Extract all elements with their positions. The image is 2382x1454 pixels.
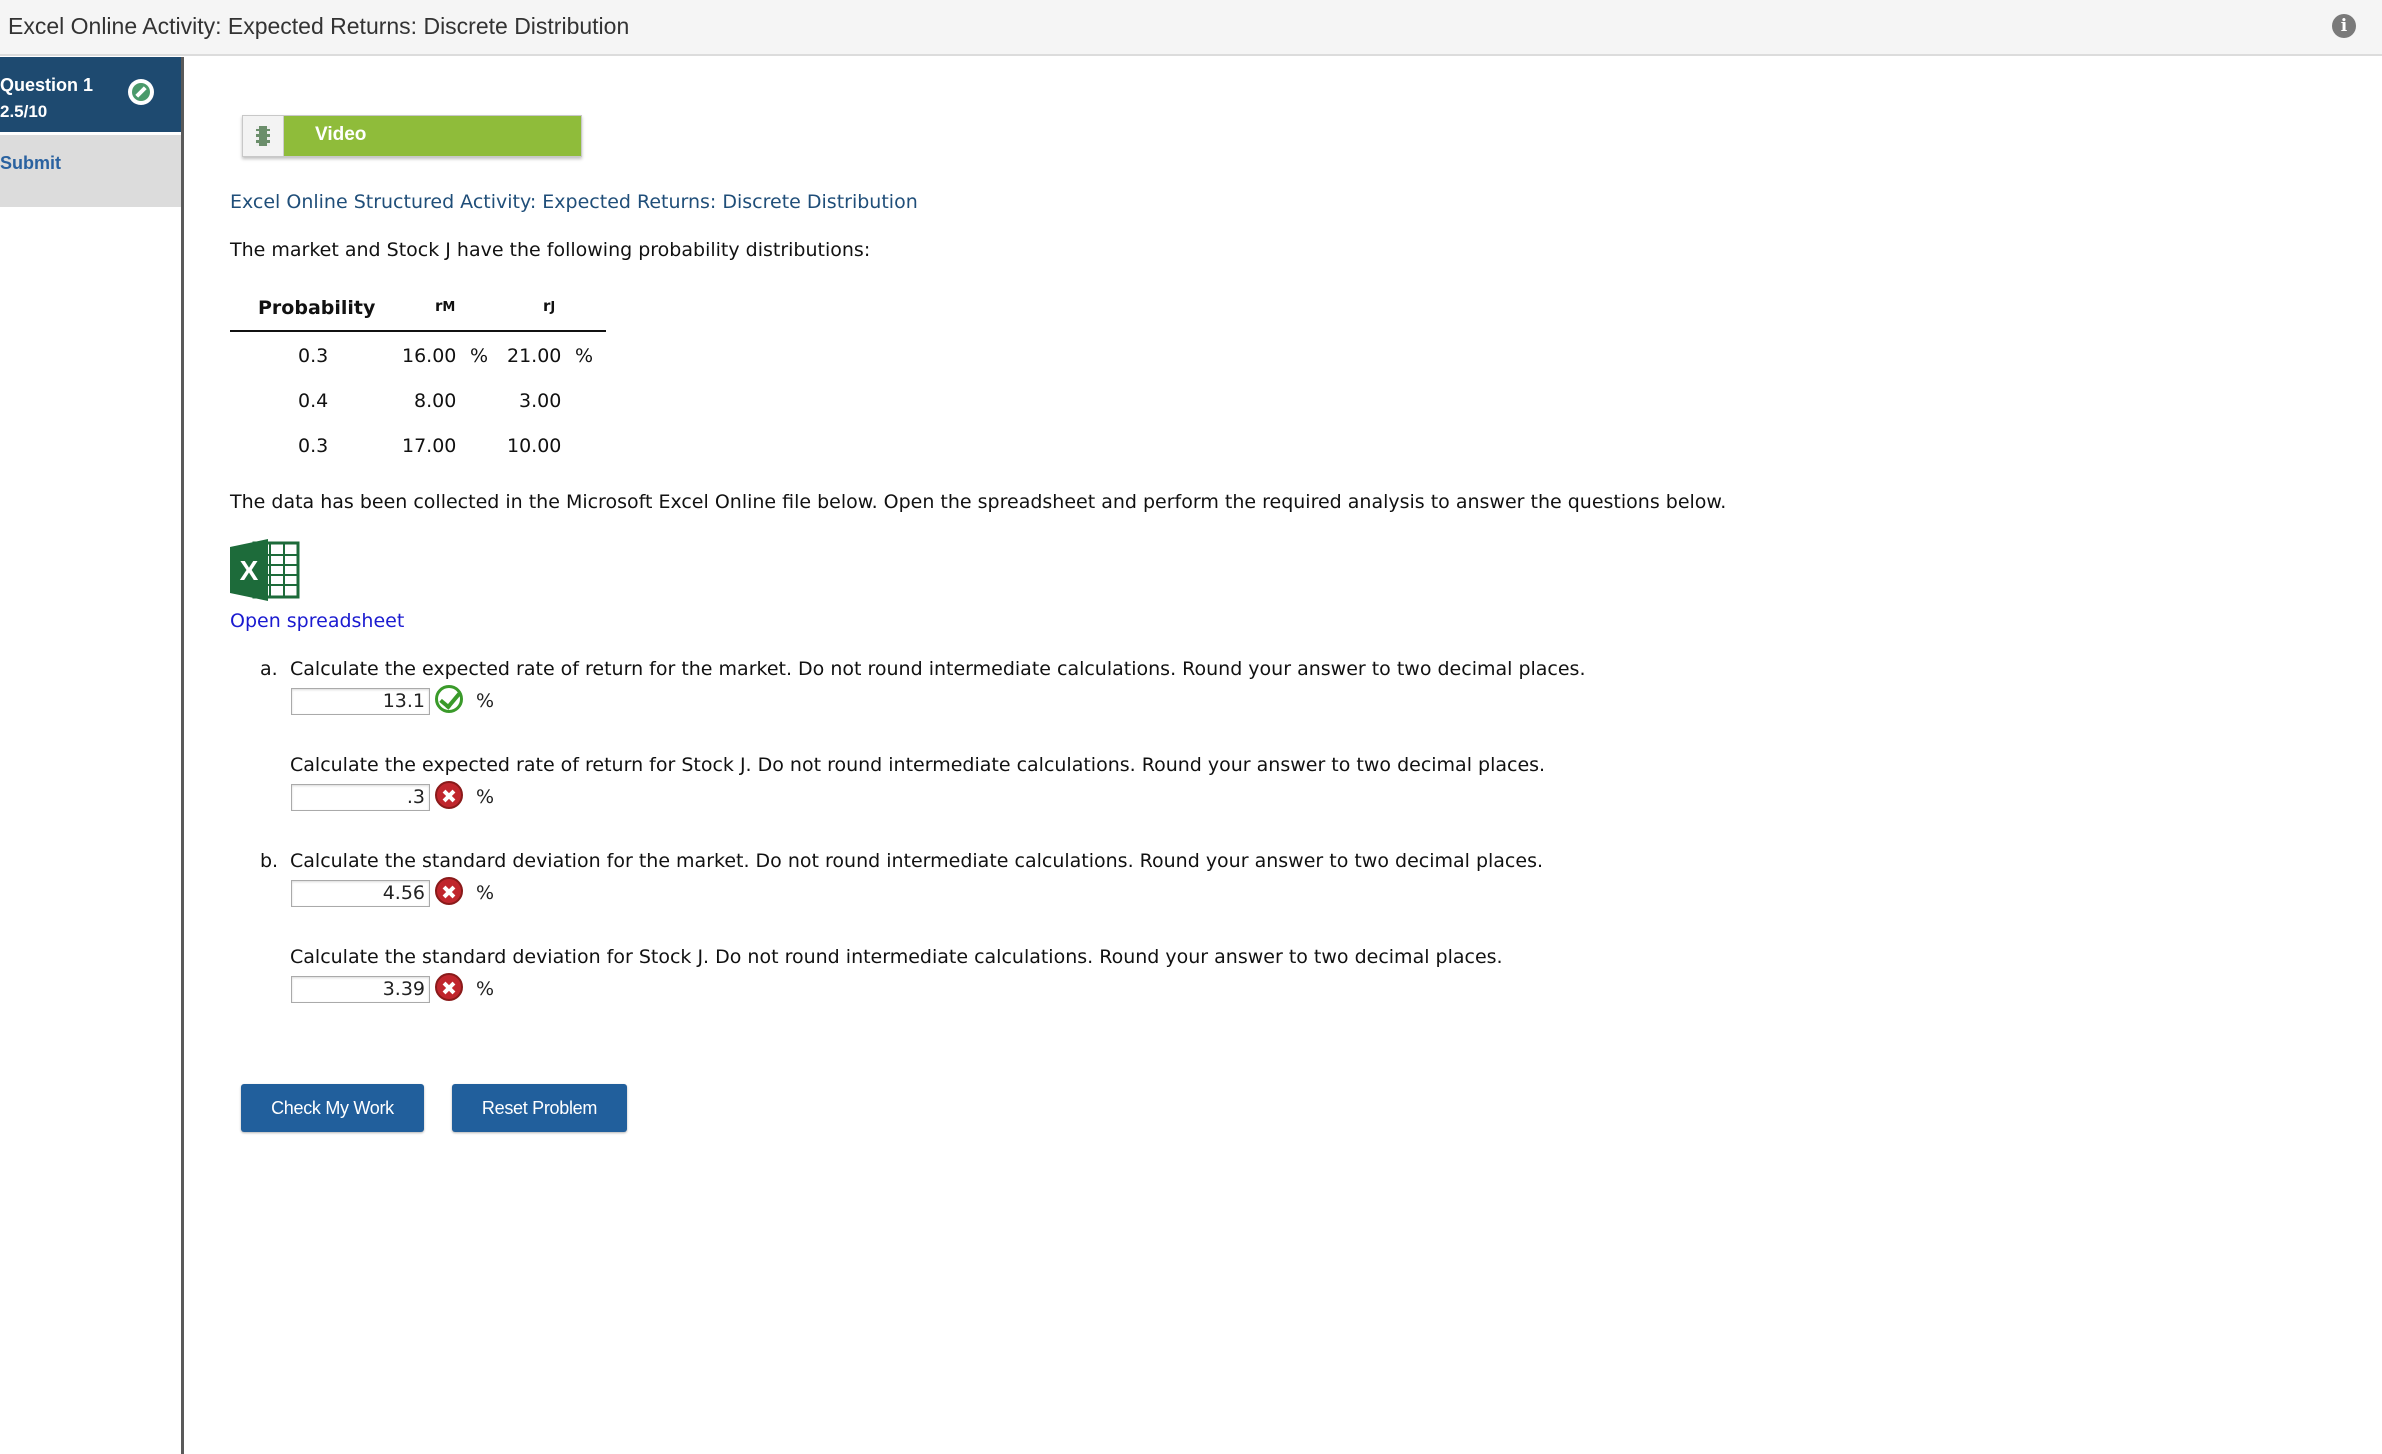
table-cell-rm-1: 8.00 xyxy=(414,390,457,412)
answer-a1-unit: % xyxy=(476,690,495,712)
answer-a2-unit: % xyxy=(476,786,495,808)
main-content: Video Excel Online Structured Activity: … xyxy=(230,57,2330,1454)
window-title: Excel Online Activity: Expected Returns:… xyxy=(8,13,630,39)
correct-check-icon xyxy=(435,685,463,713)
col-header-rj: rJ xyxy=(543,297,556,315)
video-label: Video xyxy=(315,124,367,145)
col-header-rj-sub: J xyxy=(550,300,556,315)
question-a1-text: Calculate the expected rate of return fo… xyxy=(290,658,1586,680)
intro-text: The market and Stock J have the followin… xyxy=(230,239,871,261)
film-icon xyxy=(243,116,284,156)
info-icon[interactable]: i xyxy=(2332,14,2356,38)
answer-a2-input[interactable]: .3 xyxy=(291,784,430,811)
table-cell-rj-1: 3.00 xyxy=(519,390,562,412)
table-cell-prob-0: 0.3 xyxy=(298,345,329,367)
table-cell-rm-0: 16.00 xyxy=(402,345,457,367)
incorrect-x-icon xyxy=(435,877,463,905)
table-header-rule xyxy=(230,330,606,332)
incorrect-x-icon xyxy=(435,973,463,1001)
table-cell-rj-2: 10.00 xyxy=(507,435,562,457)
check-my-work-button[interactable]: Check My Work xyxy=(241,1084,424,1132)
question-label: Question 1 xyxy=(0,75,94,95)
video-button[interactable]: Video xyxy=(242,115,582,157)
edit-status-icon xyxy=(128,79,154,105)
answer-b2-unit: % xyxy=(476,978,495,1000)
submit-link[interactable]: Submit xyxy=(0,153,61,174)
table-cell-rm-2: 17.00 xyxy=(402,435,457,457)
answer-b1-unit: % xyxy=(476,882,495,904)
col-header-probability: Probability xyxy=(258,297,376,319)
open-spreadsheet-link[interactable]: Open spreadsheet xyxy=(230,610,404,632)
excel-icon[interactable]: X xyxy=(230,539,300,601)
question-b2-text: Calculate the standard deviation for Sto… xyxy=(290,946,1503,968)
sidebar-item-question-1[interactable]: Question 1 2.5/10 xyxy=(0,57,181,132)
question-b-letter: b. xyxy=(260,850,279,872)
table-cell-rm-unit-0: % xyxy=(470,345,489,367)
question-score: 2.5/10 xyxy=(0,102,48,121)
data-note: The data has been collected in the Micro… xyxy=(230,491,1727,513)
question-a-letter: a. xyxy=(260,658,278,680)
answer-b1-input[interactable]: 4.56 xyxy=(291,880,430,907)
answer-b2-input[interactable]: 3.39 xyxy=(291,976,430,1003)
question-b1-text: Calculate the standard deviation for the… xyxy=(290,850,1544,872)
table-cell-prob-1: 0.4 xyxy=(298,390,329,412)
sidebar-item-submit: Submit xyxy=(0,135,181,207)
table-cell-rj-0: 21.00 xyxy=(507,345,562,367)
incorrect-x-icon xyxy=(435,781,463,809)
question-a2-text: Calculate the expected rate of return fo… xyxy=(290,754,1546,776)
table-cell-rj-unit-0: % xyxy=(575,345,594,367)
col-header-rm-sub: M xyxy=(442,300,456,315)
title-bar: Excel Online Activity: Expected Returns:… xyxy=(0,0,2382,56)
sidebar: Question 1 2.5/10 Submit xyxy=(0,57,184,1454)
reset-problem-button[interactable]: Reset Problem xyxy=(452,1084,627,1132)
activity-title: Excel Online Structured Activity: Expect… xyxy=(230,191,918,213)
table-cell-prob-2: 0.3 xyxy=(298,435,329,457)
answer-a1-input[interactable]: 13.1 xyxy=(291,688,430,715)
col-header-rm: rM xyxy=(435,297,456,315)
excel-icon-letter: X xyxy=(240,555,259,586)
